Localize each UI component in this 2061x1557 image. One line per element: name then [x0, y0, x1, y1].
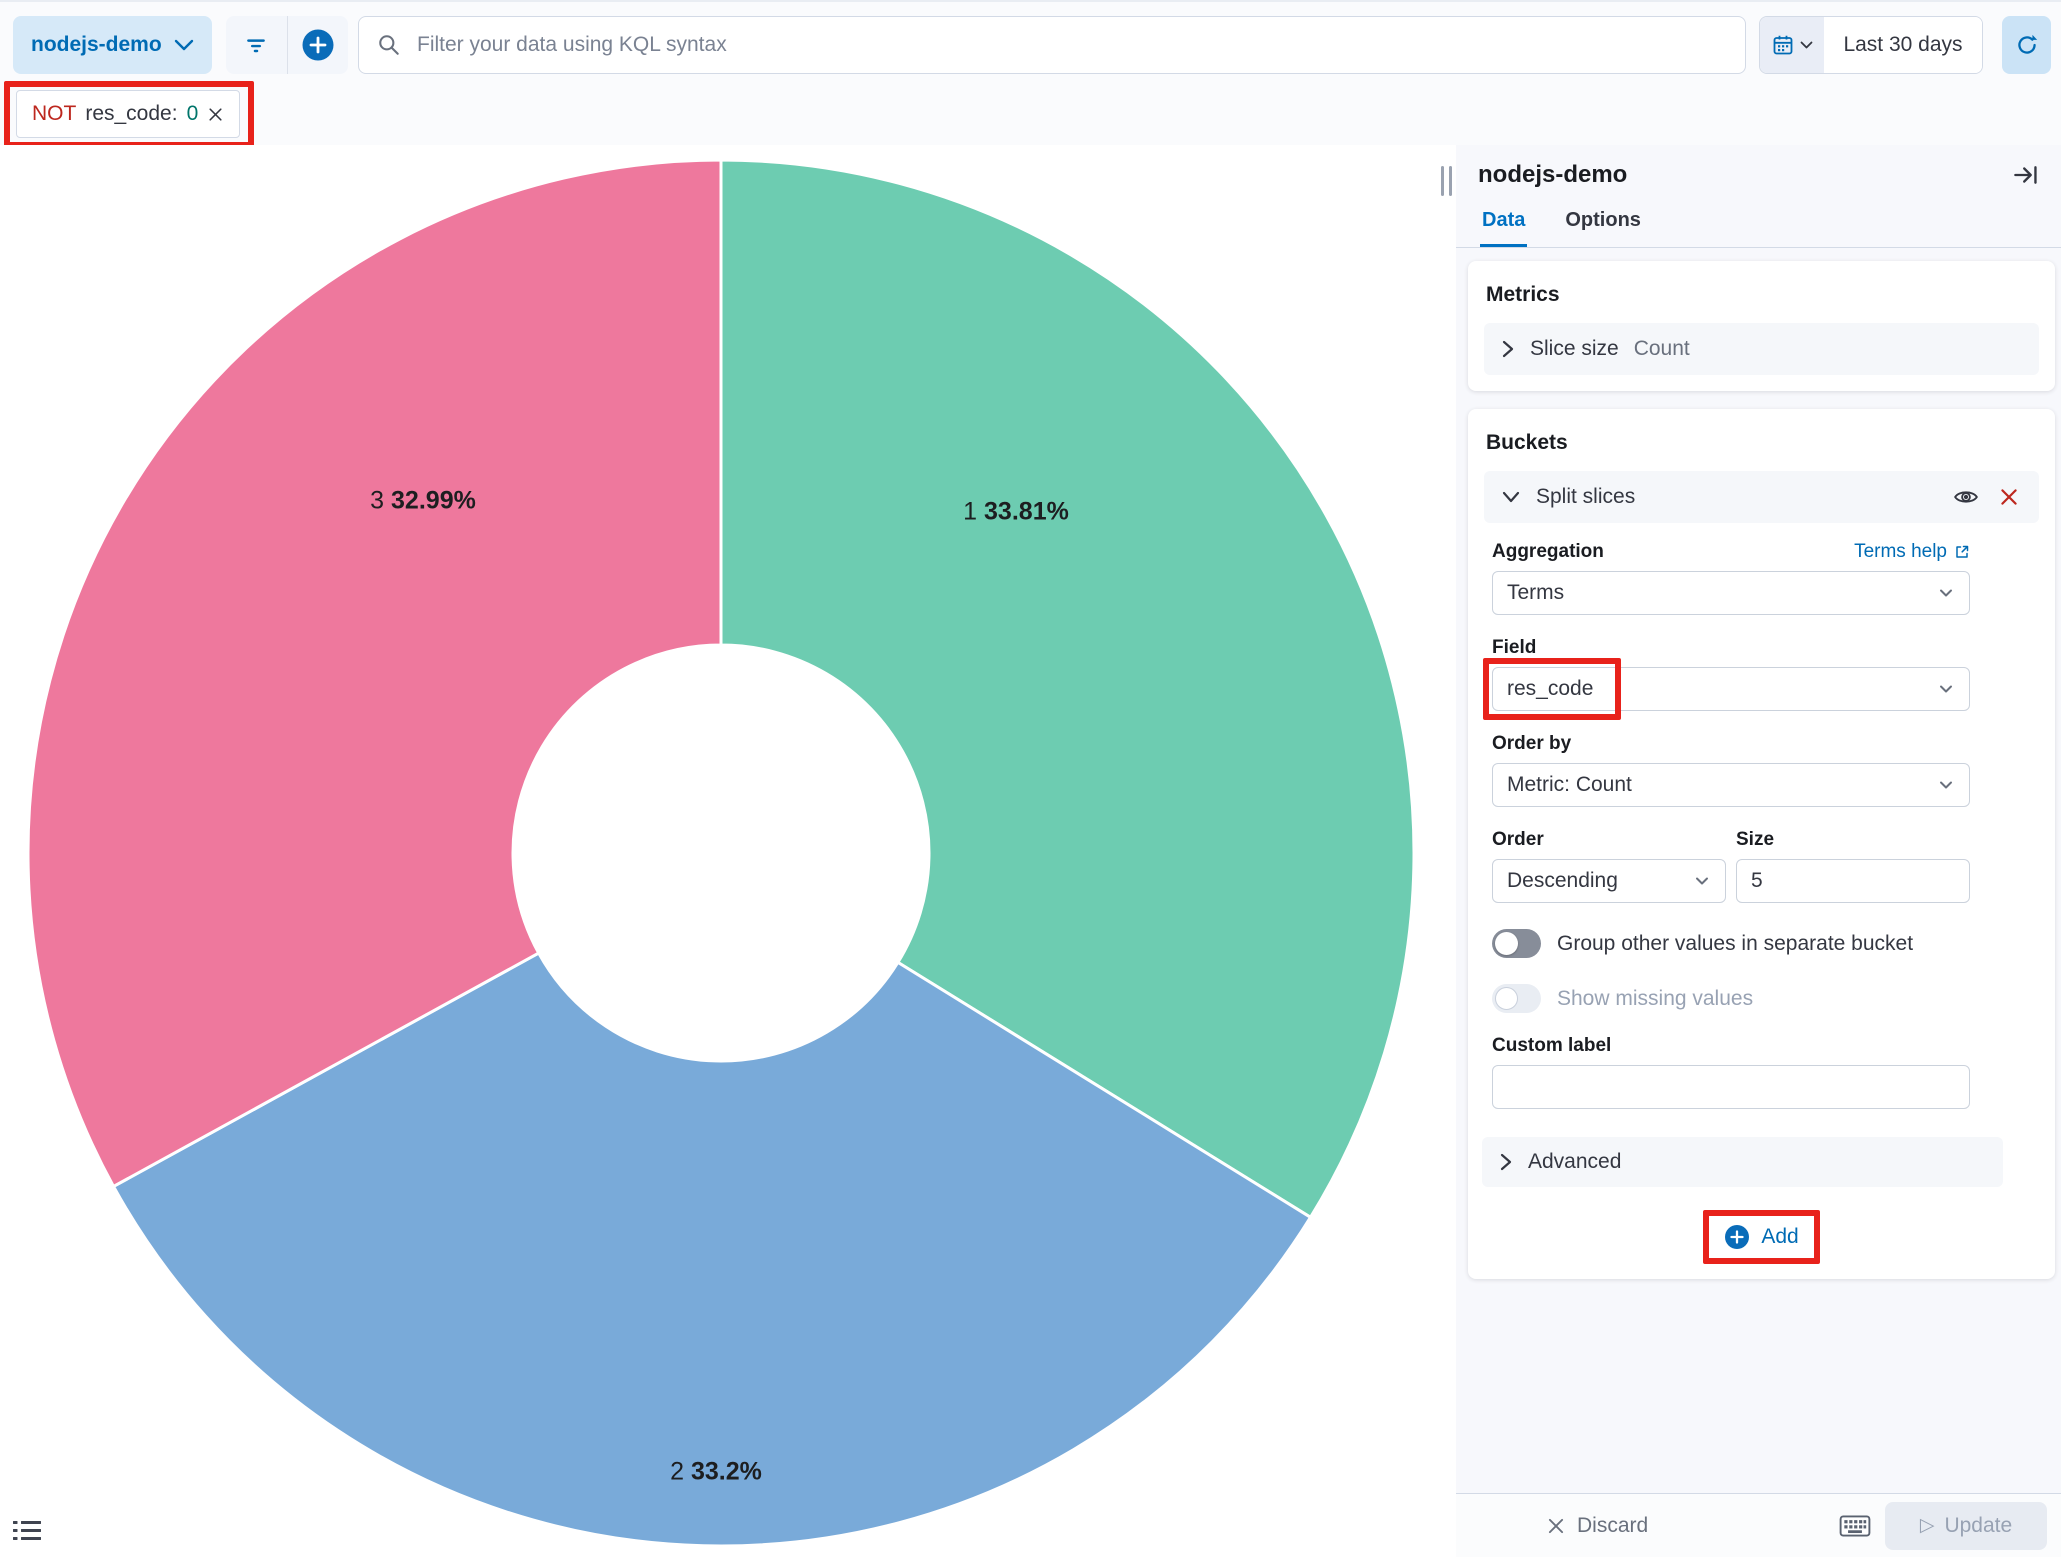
filter-menu-button[interactable] — [226, 16, 288, 74]
refresh-button[interactable] — [2002, 16, 2051, 74]
chevron-right-icon — [1501, 339, 1515, 359]
chevron-down-icon — [1937, 680, 1955, 698]
update-button[interactable]: ▷ Update — [1885, 1502, 2047, 1550]
discard-button[interactable]: Discard — [1540, 1513, 1654, 1539]
order-by-label: Order by — [1492, 733, 1970, 755]
advanced-accordion[interactable]: Advanced — [1482, 1137, 2003, 1187]
collapse-panel-icon[interactable] — [2011, 161, 2041, 189]
sidebar-title: nodejs-demo — [1478, 161, 1627, 189]
filter-button-group — [226, 16, 348, 74]
chevron-right-icon — [1499, 1152, 1513, 1172]
plus-circle-icon — [301, 28, 335, 62]
filter-pill[interactable]: NOT res_code: 0 — [16, 90, 240, 138]
query-bar: nodejs-demo — [0, 0, 2061, 146]
order-by-value: Metric: Count — [1507, 773, 1937, 797]
aggregation-label: Aggregation — [1492, 541, 1604, 563]
plus-circle-icon — [1724, 1224, 1750, 1250]
filter-pill-field: res_code: — [85, 102, 177, 126]
filter-icon — [244, 33, 268, 57]
search-icon — [377, 33, 401, 57]
date-picker: Last 30 days — [1759, 16, 1983, 74]
toggle-visibility-eye-icon[interactable] — [1951, 484, 1981, 510]
kql-search-input[interactable] — [415, 32, 1727, 58]
slice-size-metric-row[interactable]: Slice size Count — [1484, 323, 2039, 375]
buckets-card: Buckets Split slices — [1468, 409, 2055, 1279]
date-quick-select-button[interactable] — [1760, 17, 1824, 73]
aggregation-select[interactable]: Terms — [1492, 571, 1970, 615]
metrics-card: Metrics Slice size Count — [1468, 261, 2055, 391]
update-label: Update — [1944, 1514, 2012, 1538]
field-label: Field — [1492, 637, 1970, 659]
split-slices-header[interactable]: Split slices — [1484, 471, 2039, 523]
order-value: Descending — [1507, 869, 1693, 893]
sidebar-content: Metrics Slice size Count Buckets Split s… — [1456, 248, 2061, 1493]
toggle-disabled-switch — [1492, 984, 1541, 1013]
remove-bucket-x-icon[interactable] — [1996, 484, 2022, 510]
chevron-down-icon — [1937, 584, 1955, 602]
data-view-picker[interactable]: nodejs-demo — [13, 16, 212, 74]
chevron-down-icon — [1501, 490, 1521, 504]
show-missing-label: Show missing values — [1557, 987, 1753, 1011]
show-missing-toggle-row: Show missing values — [1492, 984, 1970, 1013]
kql-search-bar — [358, 16, 1746, 74]
time-range-button[interactable]: Last 30 days — [1824, 17, 1982, 73]
play-icon: ▷ — [1920, 1516, 1935, 1535]
order-label: Order — [1492, 829, 1726, 851]
filter-pill-negate: NOT — [32, 102, 76, 126]
field-value: res_code — [1507, 677, 1937, 701]
legend-list-icon — [12, 1518, 42, 1543]
refresh-icon — [2014, 32, 2040, 58]
chevron-down-icon — [1800, 41, 1813, 49]
terms-help-link[interactable]: Terms help — [1854, 541, 1970, 563]
slice-size-value: Count — [1634, 337, 1690, 361]
panel-resize-handle[interactable] — [1441, 166, 1457, 196]
split-slices-label: Split slices — [1536, 485, 1635, 509]
add-bucket-wrap: Add — [1712, 1217, 1810, 1257]
calendar-icon — [1771, 33, 1795, 57]
filter-pill-value: 0 — [187, 102, 199, 126]
group-other-label: Group other values in separate bucket — [1557, 932, 1913, 956]
sidebar-tabs: Data Options — [1456, 203, 2061, 248]
tab-options[interactable]: Options — [1563, 203, 1643, 247]
size-input[interactable] — [1736, 859, 1970, 903]
toggle-off-switch[interactable] — [1492, 929, 1541, 958]
order-by-select[interactable]: Metric: Count — [1492, 763, 1970, 807]
chevron-down-icon — [1693, 872, 1711, 890]
remove-filter-icon[interactable] — [207, 106, 224, 123]
chevron-down-icon — [1937, 776, 1955, 794]
custom-label-input[interactable] — [1492, 1065, 1970, 1109]
legend-toggle-button[interactable] — [8, 1514, 46, 1547]
filter-pill-wrap: NOT res_code: 0 — [16, 90, 240, 138]
donut-chart-svg — [0, 145, 1456, 1557]
tab-data[interactable]: Data — [1480, 203, 1527, 247]
field-select[interactable]: res_code — [1492, 667, 1970, 711]
slice-size-label: Slice size — [1530, 337, 1619, 361]
size-label: Size — [1736, 829, 1970, 851]
advanced-label: Advanced — [1528, 1150, 1621, 1174]
buckets-title: Buckets — [1486, 431, 2039, 455]
bucket-form: Aggregation Terms help Terms — [1492, 541, 1970, 1109]
add-filter-button[interactable] — [288, 16, 349, 74]
group-other-toggle-row[interactable]: Group other values in separate bucket — [1492, 929, 1970, 958]
slice-label-3: 3 32.99% — [370, 487, 476, 516]
external-link-icon — [1954, 544, 1970, 560]
discard-label: Discard — [1577, 1514, 1648, 1538]
sidebar-header: nodejs-demo — [1456, 145, 2061, 189]
editor-sidebar: nodejs-demo Data Options Metrics Slice s… — [1456, 145, 2061, 1557]
chevron-down-icon — [174, 39, 194, 51]
order-select[interactable]: Descending — [1492, 859, 1726, 903]
keyboard-shortcut-icon — [1839, 1514, 1871, 1538]
pie-chart-panel: 1 33.81% 2 33.2% 3 32.99% — [0, 145, 1456, 1557]
aggregation-value: Terms — [1507, 581, 1937, 605]
add-label: Add — [1761, 1225, 1798, 1249]
slice-label-1: 1 33.81% — [963, 498, 1069, 527]
kibana-visualize-editor: nodejs-demo — [0, 0, 2061, 1557]
sidebar-footer: Discard ▷ Update — [1456, 1493, 2061, 1557]
data-view-label: nodejs-demo — [31, 33, 162, 57]
slice-label-2: 2 33.2% — [670, 1458, 762, 1487]
metrics-title: Metrics — [1486, 283, 2039, 307]
close-icon — [1546, 1516, 1566, 1536]
add-bucket-button[interactable]: Add — [1712, 1217, 1810, 1257]
custom-label-label: Custom label — [1492, 1035, 1970, 1057]
